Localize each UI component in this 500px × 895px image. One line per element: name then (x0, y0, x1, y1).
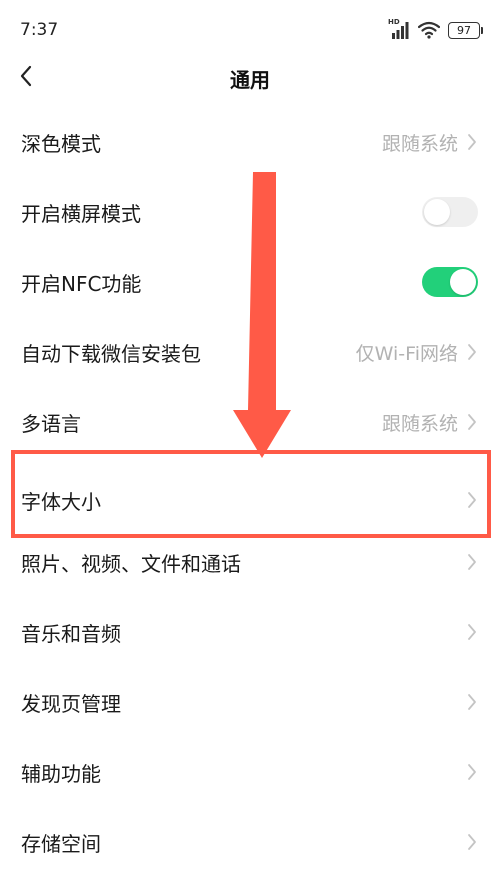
setting-value: 仅Wi-Fi网络 (355, 342, 458, 365)
setting-label: 深色模式 (21, 131, 101, 156)
page-title: 通用 (230, 68, 270, 92)
status-time: 7:37 (20, 20, 59, 40)
chevron-right-icon (468, 344, 476, 360)
setting-label: 音乐和音频 (21, 621, 121, 646)
toggle-knob (424, 199, 450, 225)
battery-icon: 97 (448, 21, 483, 39)
signal-icon: HD (388, 18, 410, 39)
landscape-toggle[interactable] (422, 197, 478, 227)
setting-storage[interactable]: 存储空间 (0, 807, 500, 877)
chevron-right-icon (468, 414, 476, 430)
chevron-right-icon (468, 834, 476, 850)
setting-label: 多语言 (21, 411, 81, 436)
setting-discover-management[interactable]: 发现页管理 (0, 667, 500, 737)
wifi-icon (417, 21, 441, 39)
setting-label: 开启NFC功能 (21, 271, 142, 296)
status-icons: HD 97 (388, 18, 483, 39)
setting-label: 存储空间 (21, 831, 101, 856)
setting-value: 跟随系统 (381, 412, 458, 435)
setting-value: 跟随系统 (381, 132, 458, 155)
setting-label: 照片、视频、文件和通话 (21, 551, 241, 576)
navigation-bar: 通用 (0, 50, 500, 104)
setting-label: 发现页管理 (21, 691, 121, 716)
setting-auto-download[interactable]: 自动下载微信安装包 仅Wi-Fi网络 (0, 317, 500, 387)
chevron-right-icon (468, 554, 476, 570)
setting-language[interactable]: 多语言 跟随系统 (0, 387, 500, 457)
setting-landscape-mode: 开启横屏模式 (0, 177, 500, 247)
setting-label: 开启横屏模式 (21, 201, 141, 226)
setting-label: 辅助功能 (21, 761, 101, 786)
toggle-knob (450, 269, 476, 295)
nfc-toggle[interactable] (422, 267, 478, 297)
setting-music-audio[interactable]: 音乐和音频 (0, 597, 500, 667)
setting-dark-mode[interactable]: 深色模式 跟随系统 (0, 107, 500, 177)
chevron-right-icon (468, 694, 476, 710)
setting-label: 自动下载微信安装包 (21, 341, 201, 366)
setting-accessibility[interactable]: 辅助功能 (0, 737, 500, 807)
setting-nfc: 开启NFC功能 (0, 247, 500, 317)
annotation-highlight-box (11, 450, 491, 538)
chevron-right-icon (468, 624, 476, 640)
chevron-right-icon (468, 764, 476, 780)
chevron-right-icon (468, 134, 476, 150)
